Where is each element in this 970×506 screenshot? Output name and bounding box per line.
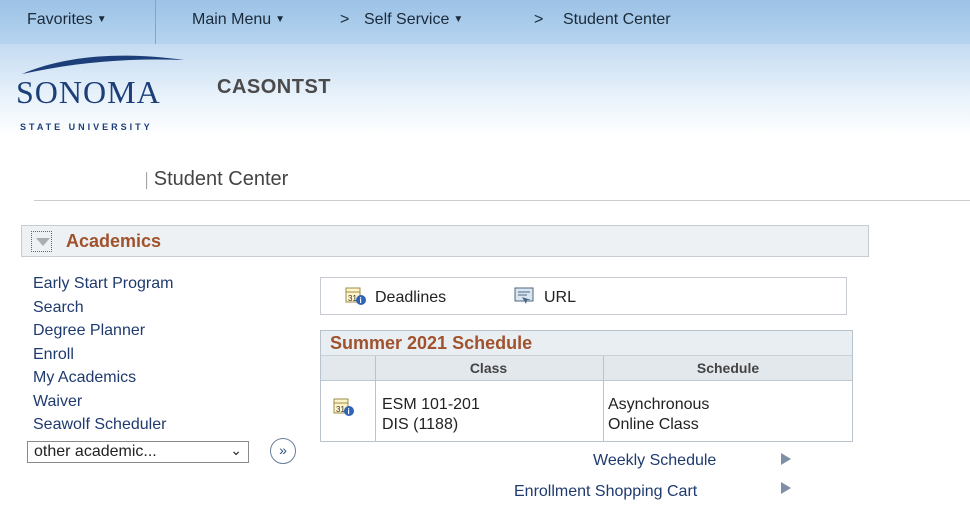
grid-divider — [375, 356, 376, 441]
weekly-schedule-link[interactable]: Weekly Schedule — [593, 452, 716, 470]
breadcrumb-separator: > — [340, 11, 350, 28]
academics-section-title: Academics — [66, 231, 162, 251]
breadcrumb-self-service[interactable]: Self Service ▼ — [364, 11, 463, 29]
url-label: URL — [544, 289, 577, 306]
database-name: CASONTST — [217, 76, 331, 98]
breadcrumb-separator: > — [534, 11, 544, 28]
collapse-toggle-icon[interactable] — [31, 231, 52, 252]
favorites-label: Favorites — [27, 11, 93, 28]
link-seawolf-scheduler[interactable]: Seawolf Scheduler — [33, 413, 173, 437]
schedule-line-2: Online Class — [608, 416, 699, 433]
calendar-info-icon: 31 i — [345, 287, 366, 305]
link-degree-planner[interactable]: Degree Planner — [33, 319, 173, 343]
main-menu[interactable]: Main Menu ▼ — [192, 11, 285, 29]
link-my-academics[interactable]: My Academics — [33, 366, 173, 390]
double-chevron-right-icon: » — [279, 442, 287, 458]
other-academic-selected-value: other academic... — [34, 443, 157, 460]
link-waiver[interactable]: Waiver — [33, 390, 173, 414]
link-early-start-program[interactable]: Early Start Program — [33, 272, 173, 296]
top-navigation-bar: Favorites ▼ Main Menu ▼ > Self Service ▼ > … — [0, 0, 970, 44]
go-button[interactable]: » — [270, 438, 296, 464]
university-logo: SONOMA STATE UNIVERSITY — [10, 48, 190, 136]
enrollment-shopping-cart-link[interactable]: Enrollment Shopping Cart — [514, 483, 697, 501]
link-search[interactable]: Search — [33, 296, 173, 320]
web-link-icon — [514, 287, 534, 304]
main-menu-caret-icon: ▼ — [275, 14, 286, 25]
title-divider — [34, 200, 970, 201]
deadlines-label: Deadlines — [375, 289, 447, 306]
class-section: ESM 101-201 — [382, 396, 480, 413]
nav-divider — [155, 0, 156, 44]
deadlines-button[interactable]: 31 i Deadlines — [345, 286, 446, 307]
svg-text:31: 31 — [336, 405, 345, 414]
academics-link-list: Early Start Program Search Degree Planne… — [33, 272, 173, 437]
svg-text:i: i — [348, 407, 350, 416]
page-title-text: Student Center — [153, 168, 289, 190]
favorites-caret-icon: ▼ — [96, 14, 107, 25]
main-menu-label: Main Menu — [192, 11, 272, 28]
page-title: │ Student Center — [143, 168, 288, 191]
column-header-schedule: Schedule — [696, 360, 760, 376]
url-button[interactable]: URL — [514, 286, 576, 307]
schedule-line-1: Asynchronous — [608, 396, 710, 413]
class-component: DIS (1188) — [382, 416, 459, 433]
link-enroll[interactable]: Enroll — [33, 343, 173, 367]
favorites-menu[interactable]: Favorites ▼ — [27, 11, 107, 29]
svg-text:31: 31 — [348, 294, 357, 303]
other-academic-select[interactable]: other academic... ⌄ — [27, 441, 249, 463]
schedule-toolbar: 31 i Deadlines URL — [320, 277, 847, 315]
logo-subtitle: STATE UNIVERSITY — [20, 122, 153, 132]
self-service-caret-icon: ▼ — [453, 14, 464, 25]
schedule-grid: Summer 2021 Schedule Class Schedule 31 i… — [320, 330, 853, 442]
weekly-schedule-arrow-icon[interactable] — [781, 453, 791, 465]
schedule-cell: Asynchronous Online Class — [608, 395, 709, 435]
svg-text:i: i — [360, 296, 362, 305]
logo-wordmark: SONOMA — [16, 74, 161, 110]
class-details-icon[interactable]: 31 i — [333, 397, 355, 417]
class-cell: ESM 101-201 DIS (1188) — [382, 395, 480, 435]
shopping-cart-arrow-icon[interactable] — [781, 482, 791, 494]
self-service-label: Self Service — [364, 11, 450, 28]
dropdown-chevron-icon: ⌄ — [230, 442, 242, 458]
column-header-class: Class — [469, 360, 508, 376]
schedule-grid-title: Summer 2021 Schedule — [321, 331, 852, 356]
page-title-prefix: │ — [143, 172, 152, 188]
grid-divider — [603, 356, 604, 441]
academics-section-header: Academics — [21, 225, 869, 257]
schedule-grid-header: Class Schedule — [321, 356, 852, 381]
breadcrumb-student-center[interactable]: Student Center — [563, 11, 671, 29]
